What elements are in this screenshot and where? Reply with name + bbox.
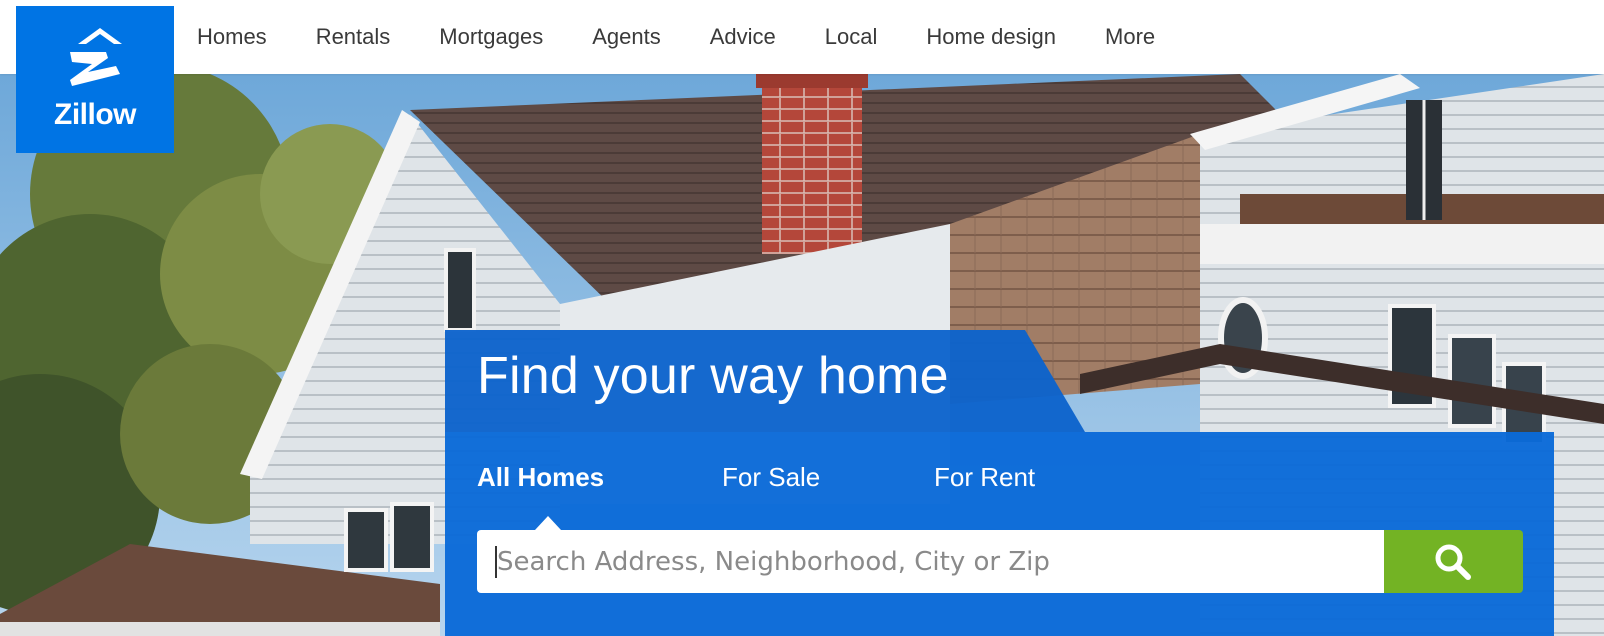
search-input[interactable] xyxy=(477,530,1384,593)
active-tab-indicator xyxy=(535,516,561,530)
zillow-z-logo-icon xyxy=(70,28,122,86)
text-cursor xyxy=(495,546,497,578)
nav-item-homes[interactable]: Homes xyxy=(197,24,267,50)
brand-name: Zillow xyxy=(54,98,137,131)
nav-item-more[interactable]: More xyxy=(1105,24,1155,50)
search-button[interactable] xyxy=(1384,530,1523,593)
tab-for-sale[interactable]: For Sale xyxy=(722,462,820,493)
main-nav: Homes Rentals Mortgages Agents Advice Lo… xyxy=(197,0,1204,74)
zillow-logo[interactable]: Zillow xyxy=(16,6,174,153)
search-icon xyxy=(1435,544,1471,580)
nav-item-rentals[interactable]: Rentals xyxy=(316,24,391,50)
nav-item-home-design[interactable]: Home design xyxy=(926,24,1056,50)
nav-item-advice[interactable]: Advice xyxy=(710,24,776,50)
top-navigation-bar: Homes Rentals Mortgages Agents Advice Lo… xyxy=(0,0,1604,74)
nav-item-mortgages[interactable]: Mortgages xyxy=(439,24,543,50)
nav-item-agents[interactable]: Agents xyxy=(592,24,661,50)
tab-all-homes[interactable]: All Homes xyxy=(477,462,604,493)
hero-headline: Find your way home xyxy=(477,347,949,405)
nav-item-local[interactable]: Local xyxy=(825,24,878,50)
tab-for-rent[interactable]: For Rent xyxy=(934,462,1035,493)
